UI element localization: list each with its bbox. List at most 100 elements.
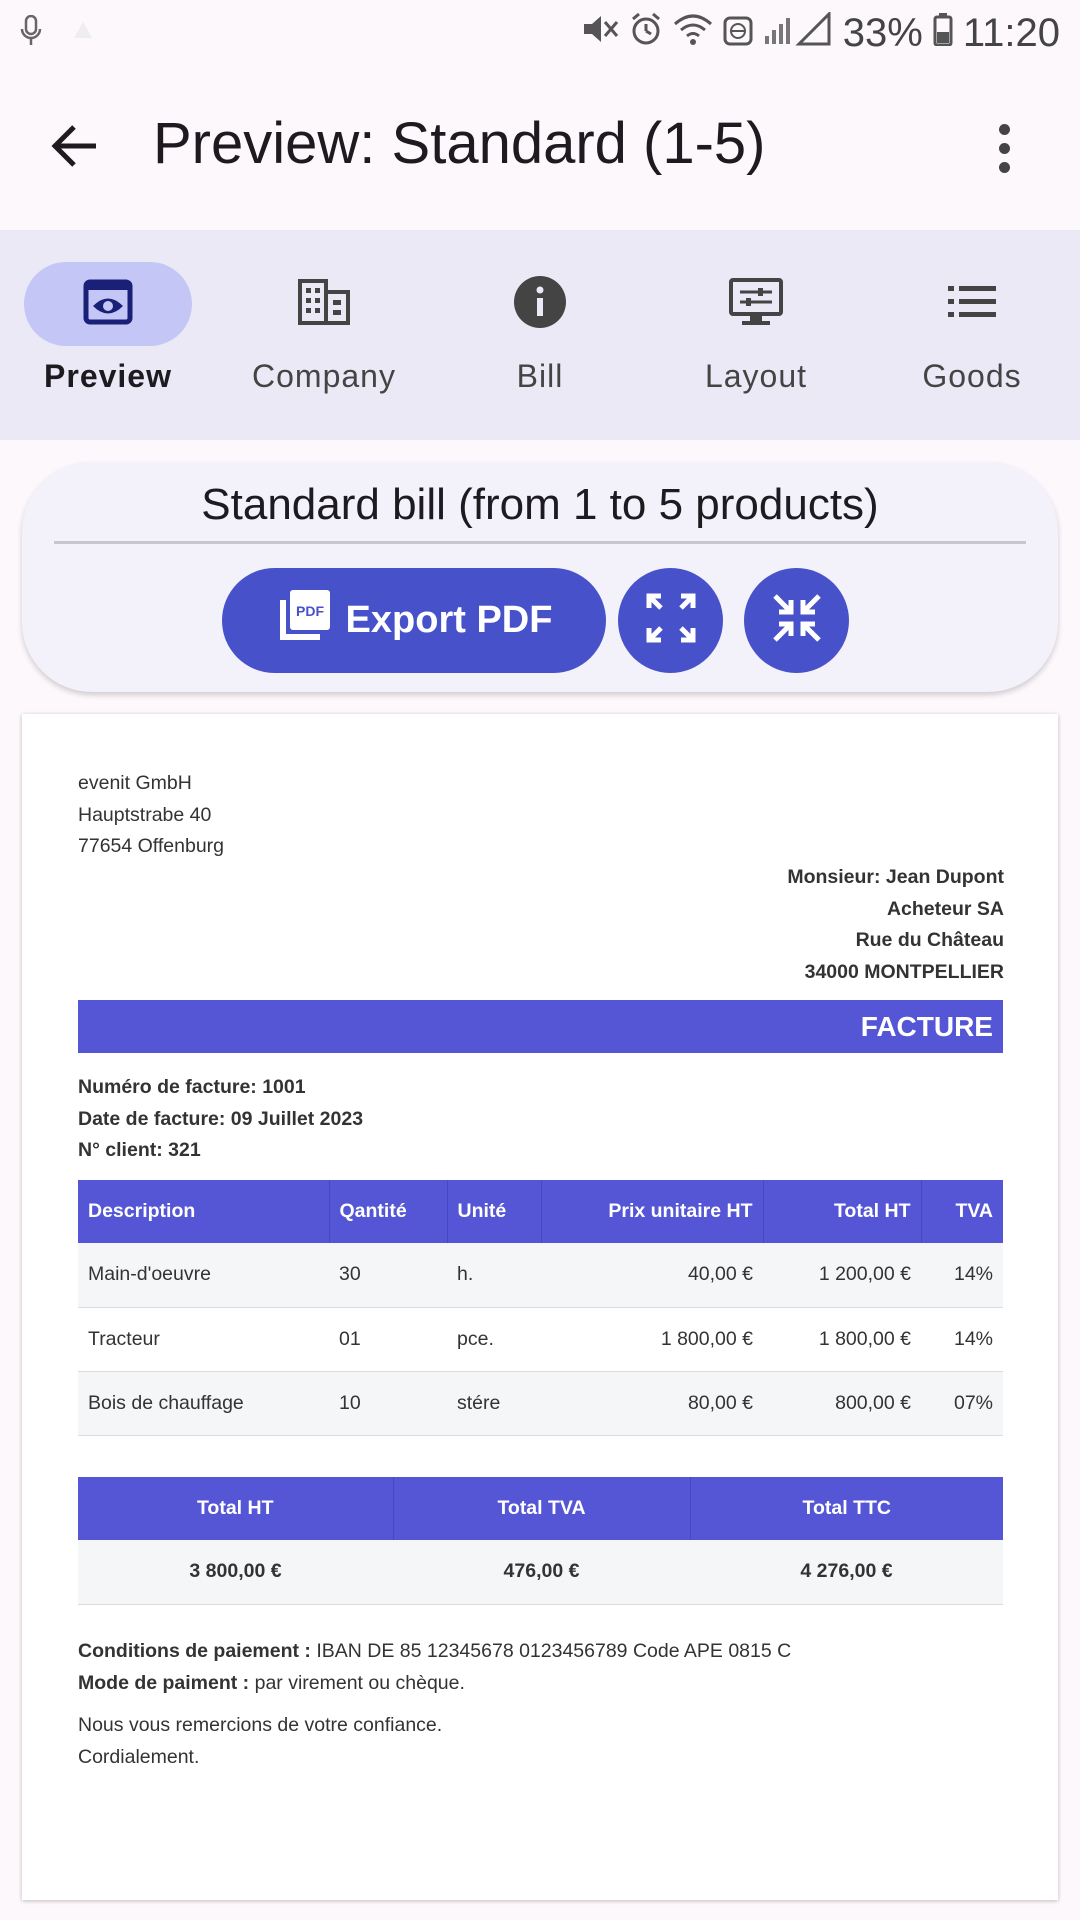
mute-icon — [581, 11, 619, 56]
table-cell: 40,00 € — [541, 1243, 763, 1308]
eye-icon — [83, 277, 133, 332]
sender-address: evenit GmbH Hauptstrabe 40 77654 Offenbu… — [78, 768, 224, 863]
export-pdf-label: Export PDF — [345, 599, 553, 641]
page-title: Preview: Standard (1-5) — [153, 111, 766, 176]
total-ttc-value: 4 276,00 € — [690, 1540, 1003, 1605]
divider — [54, 541, 1026, 544]
column-header: Prix unitaire HT — [541, 1180, 764, 1243]
total-ht-value: 3 800,00 € — [78, 1540, 393, 1605]
tab-bill[interactable]: Bill — [432, 230, 648, 440]
more-vert-icon — [998, 123, 1010, 135]
payment-conditions-value: IBAN DE 85 12345678 0123456789 Code APE … — [310, 1640, 792, 1662]
fullscreen-icon — [645, 592, 697, 649]
arrow-back-icon — [50, 124, 98, 173]
recipient-city: 34000 MONTPELLIER — [804, 960, 1004, 983]
tab-label: Goods — [922, 358, 1022, 394]
alarm-icon — [629, 11, 663, 56]
table-cell: 80,00 € — [541, 1371, 763, 1436]
recipient-address: Monsieur: Jean Dupont Acheteur SA Rue du… — [787, 862, 1004, 988]
invoice-title-bar: FACTURE — [78, 1000, 1003, 1053]
notification-icon — [70, 18, 96, 49]
totals-header-row: Total HT Total TVA Total TTC — [78, 1477, 1003, 1540]
table-cell: Bois de chauffage — [78, 1371, 329, 1436]
table-cell: 07% — [921, 1371, 1003, 1436]
wifi-icon — [673, 11, 713, 56]
bill-type-title: Standard bill (from 1 to 5 products) — [201, 480, 879, 529]
info-icon — [513, 275, 567, 334]
list-icon — [947, 284, 997, 325]
closing-text: Nous vous remercions de votre confiance.… — [78, 1710, 442, 1773]
recipient-name: Monsieur: Jean Dupont — [787, 866, 1004, 888]
column-header: Description — [78, 1180, 330, 1243]
app-bar: Preview: Standard (1-5) — [0, 66, 1080, 230]
total-tva-value: 476,00 € — [393, 1540, 690, 1605]
tab-goods[interactable]: Goods — [864, 230, 1080, 440]
battery-icon — [933, 11, 953, 56]
payment-mode-value: par virement ou chèque. — [249, 1671, 465, 1694]
battery-percent: 33% — [842, 10, 923, 55]
tab-bar: Preview Company Bill Layout Goods — [0, 230, 1080, 440]
sender-name: evenit GmbH — [78, 772, 192, 794]
fullscreen-button[interactable] — [618, 568, 723, 673]
exit-fullscreen-button[interactable] — [744, 568, 849, 673]
more-options-button[interactable] — [992, 118, 1016, 178]
table-cell: stére — [447, 1371, 541, 1436]
column-header: Total HT — [763, 1180, 922, 1243]
tab-label: Bill — [516, 358, 564, 394]
status-bar: 33% 11:20 — [0, 0, 1080, 66]
invoice-date: Date de facture: 09 Juillet 2023 — [78, 1107, 364, 1130]
totals-table: Total HT Total TVA Total TTC 3 800,00 € … — [78, 1477, 1003, 1605]
signal-icon — [763, 9, 833, 56]
client-number: N° client: 321 — [78, 1139, 201, 1161]
vpn-globe-icon — [723, 11, 753, 56]
table-row: Bois de chauffage 10 stére 80,00 € 800,0… — [78, 1371, 1003, 1436]
thanks-text: Nous vous remercions de votre confiance. — [78, 1714, 443, 1736]
table-cell: 1 200,00 € — [763, 1243, 921, 1308]
table-cell: 01 — [329, 1307, 447, 1372]
sender-city: 77654 Offenburg — [78, 835, 225, 857]
invoice-title: FACTURE — [860, 1010, 993, 1042]
regards-text: Cordialement. — [78, 1745, 200, 1768]
fullscreen-exit-icon — [771, 592, 823, 649]
bill-header-card: Standard bill (from 1 to 5 products) PDF… — [22, 462, 1058, 692]
tab-preview[interactable]: Preview — [0, 230, 216, 440]
column-header: TVA — [921, 1180, 1003, 1243]
tab-company[interactable]: Company — [216, 230, 432, 440]
payment-conditions-label: Conditions de paiement : — [78, 1640, 311, 1662]
tab-label: Preview — [44, 358, 172, 394]
table-cell: 10 — [329, 1371, 447, 1436]
export-pdf-button[interactable]: PDF Export PDF — [222, 568, 606, 673]
payment-conditions: Conditions de paiement : IBAN DE 85 1234… — [78, 1636, 791, 1668]
table-cell: 1 800,00 € — [541, 1307, 763, 1372]
invoice-number: Numéro de facture: 1001 — [78, 1076, 306, 1098]
tab-layout[interactable]: Layout — [648, 230, 864, 440]
table-cell: 14% — [921, 1243, 1003, 1308]
payment-info: Conditions de paiement : IBAN DE 85 1234… — [78, 1636, 791, 1699]
column-header: Total TTC — [690, 1477, 1003, 1540]
tab-label: Company — [252, 358, 396, 394]
items-table: Description Qantité Unité Prix unitaire … — [78, 1180, 1003, 1436]
payment-mode-label: Mode de paiment : — [78, 1671, 250, 1694]
table-cell: 800,00 € — [763, 1371, 921, 1436]
pdf-icon: PDF — [276, 588, 332, 654]
table-cell: h. — [447, 1243, 541, 1308]
building-icon — [297, 278, 351, 331]
table-cell: 30 — [329, 1243, 447, 1308]
table-cell: pce. — [447, 1307, 541, 1372]
table-cell: 14% — [921, 1307, 1003, 1372]
table-cell: Tracteur — [78, 1307, 329, 1372]
table-header-row: Description Qantité Unité Prix unitaire … — [78, 1180, 1003, 1243]
microphone-icon — [20, 14, 42, 52]
recipient-company: Acheteur SA — [886, 897, 1004, 920]
recipient-street: Rue du Château — [855, 929, 1004, 951]
layout-icon — [728, 277, 784, 332]
table-cell: Main-d'oeuvre — [78, 1243, 329, 1308]
clock: 11:20 — [962, 10, 1060, 55]
column-header: Qantité — [329, 1180, 448, 1243]
totals-row: 3 800,00 € 476,00 € 4 276,00 € — [78, 1540, 1003, 1605]
tab-label: Layout — [704, 358, 808, 394]
sender-street: Hauptstrabe 40 — [78, 803, 212, 826]
back-button[interactable] — [44, 118, 104, 178]
table-row: Main-d'oeuvre 30 h. 40,00 € 1 200,00 € 1… — [78, 1243, 1003, 1308]
svg-text:PDF: PDF — [296, 603, 324, 619]
